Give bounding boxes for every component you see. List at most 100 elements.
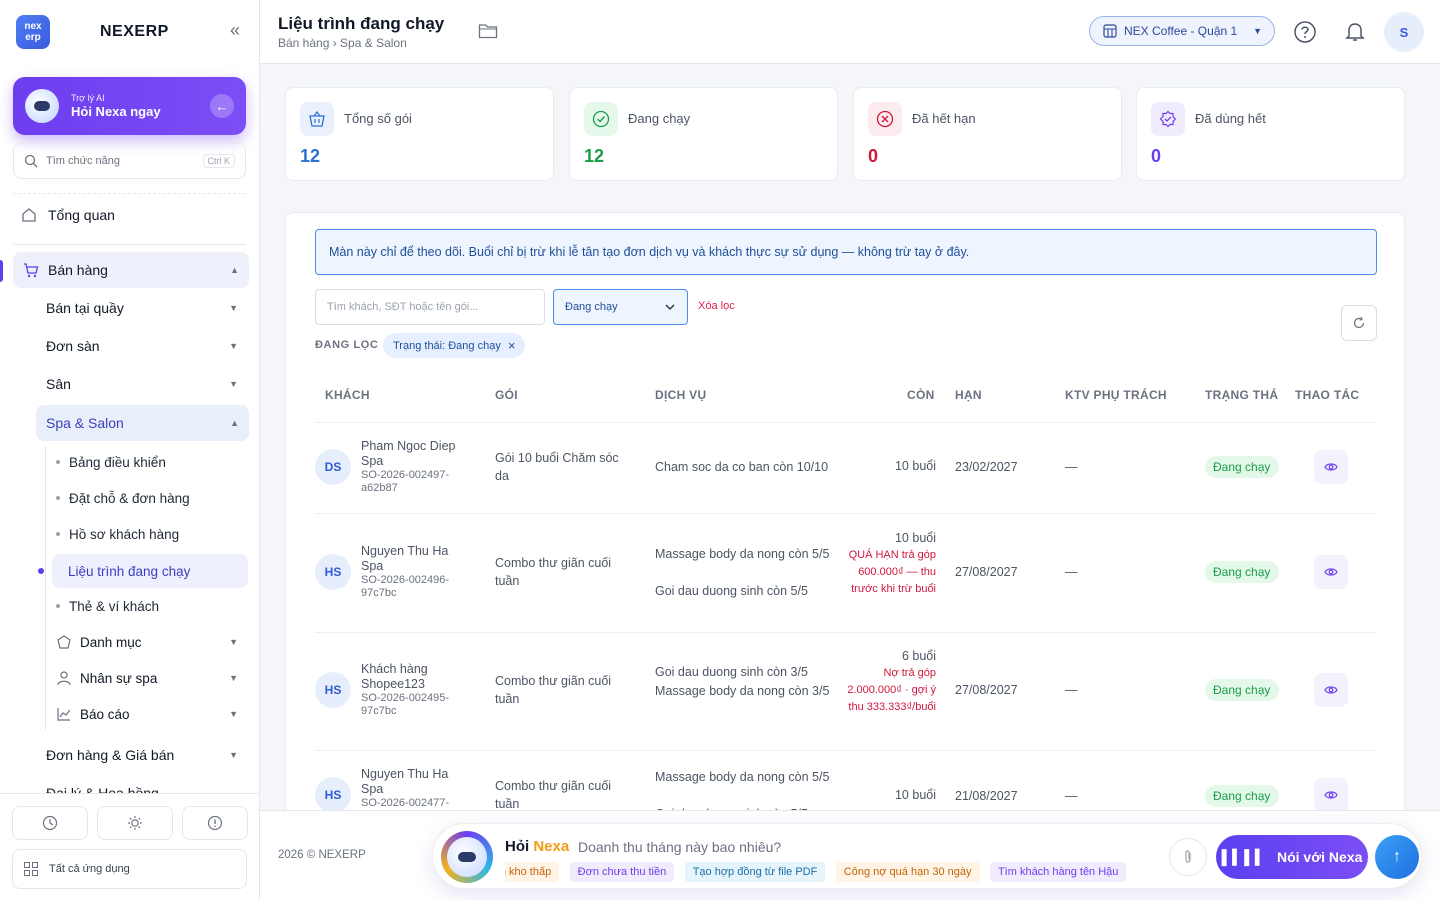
all-apps-button[interactable]: Tất cả ứng dụng — [12, 849, 247, 889]
package-name: Gói 10 buổi Chăm sóc da — [495, 451, 619, 483]
stat-value: 0 — [868, 146, 879, 166]
customer-avatar: DS — [315, 449, 351, 485]
refresh-button[interactable] — [1341, 305, 1377, 341]
nav-spa-cards[interactable]: Thẻ & ví khách — [56, 596, 248, 616]
view-button[interactable] — [1314, 450, 1348, 484]
send-button[interactable]: ↑ — [1375, 835, 1419, 879]
branch-selector[interactable]: NEX Coffee - Quận 1 ▼ — [1089, 16, 1275, 46]
chevron-up-icon: ▲ — [230, 418, 239, 428]
theme-button[interactable] — [97, 806, 173, 840]
nav-spa-customers[interactable]: Hồ sơ khách hàng — [56, 524, 248, 544]
attach-button[interactable] — [1169, 838, 1207, 876]
search-icon — [24, 154, 38, 168]
column-header: DỊCH VỤ — [655, 388, 707, 402]
nav-spa-dashboard[interactable]: Bảng điều khiển — [56, 452, 248, 472]
stat-value: 0 — [1151, 146, 1162, 166]
customer-name: Nguyen Thu Ha Spa — [361, 767, 449, 796]
due-date: 27/08/2027 — [955, 565, 1018, 579]
view-button[interactable] — [1314, 673, 1348, 707]
info-notice: Màn này chỉ để theo dõi. Buổi chỉ bị trừ… — [315, 229, 1377, 275]
nav-spa-booking[interactable]: Đặt chỗ & đơn hàng — [56, 488, 248, 508]
nav-marketplace[interactable]: Đơn sàn ▼ — [46, 335, 248, 357]
status-badge: Đang chạy — [1205, 785, 1279, 807]
suggestion-chip[interactable]: Tạo hợp đồng từ file PDF — [684, 862, 826, 882]
customer-avatar: HS — [315, 672, 351, 708]
nexa-question-input[interactable]: Doanh thu tháng này bao nhiêu? — [578, 839, 781, 855]
talk-to-nexa-button[interactable]: ▌▍▌▍ Nói với Nexa — [1216, 835, 1368, 879]
nav-sales[interactable]: Bán hàng ▲ — [13, 252, 249, 288]
cart-icon — [24, 263, 39, 278]
remaining-sessions: 6 buổi Nợ trả góp 2.000.000₫ · gợi ý thu… — [846, 648, 936, 716]
alert-button[interactable] — [182, 806, 248, 840]
remaining-sessions: 10 buổi QUÁ HẠN trả góp 600.000₫ — thu t… — [846, 530, 936, 598]
nav-spa-label: Spa & Salon — [46, 415, 124, 431]
help-icon[interactable] — [1293, 20, 1317, 44]
suggestion-chips: Tồn kho thấp Đơn chưa thu tiền Tạo hợp đ… — [505, 862, 1155, 882]
filtering-label: ĐANG LỌC — [315, 339, 379, 351]
eye-icon — [1324, 791, 1338, 799]
arrow-left-icon[interactable]: ← — [210, 94, 234, 118]
nav-pos[interactable]: Bán tại quầy ▼ — [46, 297, 248, 319]
user-avatar[interactable]: S — [1384, 12, 1424, 52]
customer-name: Nguyen Thu Ha Spa — [361, 544, 449, 573]
stat-value: 12 — [300, 146, 321, 166]
check-circle-icon — [584, 102, 618, 136]
brand-logo[interactable]: nex erp — [16, 15, 50, 49]
status-select[interactable]: Đang chạy — [553, 289, 688, 325]
top-header: Liệu trình đang chạy Bán hàng › Spa & Sa… — [260, 0, 1440, 64]
stat-value: 12 — [584, 146, 605, 166]
brand: nex erp NEXERP « — [16, 14, 246, 50]
suggestion-chip[interactable]: Công nợ quá hạn 30 ngày — [835, 862, 980, 882]
suggestion-chip[interactable]: Tìm khách hàng tên Hậu — [989, 862, 1127, 882]
tree-line — [45, 446, 46, 730]
active-item-dot — [38, 568, 44, 574]
active-filter-chip: Trạng thái: Đang chạy × — [383, 333, 526, 358]
customer-name: Khách hàng Shopee123 — [361, 662, 428, 691]
package-name: Combo thư giãn cuối tuần — [495, 674, 612, 706]
function-search-input[interactable]: Tìm chức năng Ctrl K — [13, 143, 246, 179]
remaining-value: 10 buổi — [894, 788, 936, 802]
column-header: TRẠNG THÁI — [1205, 388, 1278, 402]
catalog-icon — [57, 635, 71, 649]
chevron-down-icon — [665, 304, 675, 310]
nav-overview[interactable]: Tổng quan — [20, 204, 248, 226]
ai-card-title: Hỏi Nexa ngay — [71, 104, 161, 119]
nexa-robot-icon[interactable] — [441, 831, 493, 883]
folder-icon[interactable] — [478, 22, 498, 40]
search-customer-input[interactable]: Tìm khách, SĐT hoặc tên gói... — [315, 289, 545, 325]
stat-card-total: Tổng số gói 12 — [285, 87, 554, 181]
nav-spa-courses[interactable]: Liệu trình đang chạy — [52, 554, 248, 588]
service-line: Goi dau duong sinh còn 5/5 — [655, 584, 808, 598]
package-name: Combo thư giãn cuối tuần — [495, 779, 612, 811]
nav-spa-staff[interactable]: Nhân sự spa ▼ — [56, 668, 248, 688]
clock-icon — [42, 815, 58, 831]
divider — [13, 193, 246, 194]
view-button[interactable] — [1314, 778, 1348, 812]
refresh-icon — [1353, 316, 1365, 329]
suggestion-chip[interactable]: Đơn chưa thu tiền — [569, 862, 675, 882]
stat-card-expired: Đã hết hạn 0 — [853, 87, 1122, 181]
nav-spa-salon[interactable]: Spa & Salon ▲ — [36, 405, 249, 441]
close-icon[interactable]: × — [508, 338, 516, 353]
nexa-title: Hỏi Nexa — [505, 838, 569, 855]
history-button[interactable] — [12, 806, 88, 840]
nav-spa-courses-label: Liệu trình đang chạy — [68, 563, 191, 579]
order-code: SO-2026-002497-a62b87 — [361, 469, 450, 494]
breadcrumb[interactable]: Bán hàng › Spa & Salon — [278, 36, 407, 50]
nav-spa-reports[interactable]: Báo cáo ▼ — [56, 704, 248, 724]
nav-spa-staff-label: Nhân sự spa — [80, 670, 158, 686]
chevron-down-icon: ▼ — [229, 341, 238, 351]
nav-court[interactable]: Sân ▼ — [46, 373, 248, 395]
view-button[interactable] — [1314, 555, 1348, 589]
chevron-down-icon: ▼ — [229, 709, 238, 719]
suggestion-chip[interactable]: Tồn kho thấp — [505, 862, 560, 882]
clear-filter-link[interactable]: Xóa lọc — [698, 300, 735, 312]
stat-card-running: Đang chạy 12 — [569, 87, 838, 181]
order-code: SO-2026-002477- — [361, 797, 450, 809]
nav-orders-prices[interactable]: Đơn hàng & Giá bán ▼ — [46, 744, 248, 766]
bell-icon[interactable] — [1343, 19, 1367, 43]
active-filter-chip-label: Trạng thái: Đang chạy — [393, 339, 501, 352]
nav-spa-catalog[interactable]: Danh mục ▼ — [56, 632, 248, 652]
collapse-sidebar-icon[interactable]: « — [230, 20, 240, 41]
ask-nexa-card[interactable]: Trợ lý AI Hỏi Nexa ngay ← — [13, 77, 246, 135]
